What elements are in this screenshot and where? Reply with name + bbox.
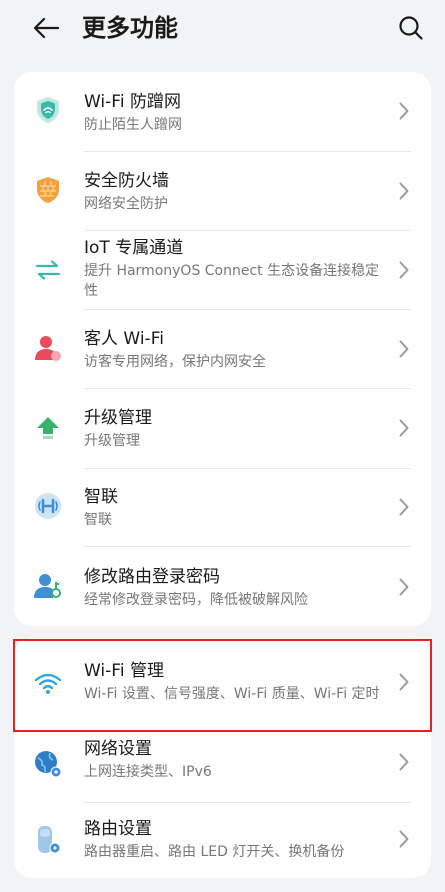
- guest-user-icon: [34, 334, 62, 362]
- chevron-right-icon: [397, 577, 411, 597]
- list-item-hilink[interactable]: 智联 智联: [14, 468, 431, 546]
- list-item-wifi-manage[interactable]: Wi-Fi 管理 Wi-Fi 设置、信号强度、Wi-Fi 质量、Wi-Fi 定时: [14, 638, 431, 730]
- item-subtitle: 提升 HarmonyOS Connect 生态设备连接稳定性: [84, 263, 380, 299]
- list-item-network-settings[interactable]: 网络设置 上网连接类型、IPv6: [14, 730, 431, 802]
- item-subtitle: 访客专用网络，保护内网安全: [84, 354, 266, 370]
- item-subtitle: 智联: [84, 512, 112, 528]
- list-item-guest-wifi[interactable]: 客人 Wi-Fi 访客专用网络，保护内网安全: [14, 310, 431, 388]
- user-key-icon: [34, 572, 62, 600]
- item-subtitle: 升级管理: [84, 433, 140, 449]
- hilink-icon: [34, 492, 62, 520]
- chevron-right-icon: [397, 829, 411, 849]
- item-subtitle: Wi-Fi 设置、信号强度、Wi-Fi 质量、Wi-Fi 定时: [84, 686, 380, 702]
- firewall-icon: [34, 176, 62, 204]
- chevron-right-icon: [397, 101, 411, 121]
- list-item-change-password[interactable]: 修改路由登录密码 经常修改登录密码，降低被破解风险: [14, 546, 431, 626]
- item-subtitle: 经常修改登录密码，降低被破解风险: [84, 592, 308, 608]
- list-item-iot-channel[interactable]: IoT 专属通道 提升 HarmonyOS Connect 生态设备连接稳定性: [14, 230, 431, 310]
- list-item-upgrade[interactable]: 升级管理 升级管理: [14, 388, 431, 468]
- item-title: 网络设置: [84, 739, 152, 759]
- chevron-right-icon: [397, 260, 411, 280]
- shield-icon: [34, 96, 62, 124]
- settings-card: Wi-Fi 管理 Wi-Fi 设置、信号强度、Wi-Fi 质量、Wi-Fi 定时…: [14, 638, 431, 878]
- list-item-router-settings[interactable]: 路由设置 路由器重启、路由 LED 灯开关、换机备份: [14, 802, 431, 878]
- upgrade-arrow-icon: [34, 414, 62, 442]
- chevron-right-icon: [397, 672, 411, 692]
- item-title: 智联: [84, 487, 118, 507]
- item-title: Wi-Fi 管理: [84, 661, 164, 681]
- chevron-right-icon: [397, 181, 411, 201]
- item-subtitle: 路由器重启、路由 LED 灯开关、换机备份: [84, 844, 345, 860]
- item-title: 修改路由登录密码: [84, 567, 220, 587]
- chevron-right-icon: [397, 418, 411, 438]
- item-title: 客人 Wi-Fi: [84, 329, 164, 349]
- item-title: IoT 专属通道: [84, 238, 184, 258]
- list-item-wifi-anti-rub[interactable]: Wi-Fi 防蹭网 防止陌生人蹭网: [14, 72, 431, 152]
- back-button[interactable]: [28, 12, 64, 44]
- item-subtitle: 防止陌生人蹭网: [84, 117, 182, 133]
- arrow-left-icon: [33, 17, 60, 39]
- item-subtitle: 网络安全防护: [84, 196, 168, 212]
- features-card: Wi-Fi 防蹭网 防止陌生人蹭网 安全防火墙 网络安全防护 IoT 专属通道 …: [14, 72, 431, 626]
- wifi-icon: [34, 669, 62, 697]
- globe-settings-icon: [34, 750, 62, 778]
- router-settings-icon: [34, 826, 62, 854]
- chevron-right-icon: [397, 497, 411, 517]
- search-icon: [399, 16, 423, 40]
- top-bar: 更多功能: [0, 0, 445, 56]
- item-title: Wi-Fi 防蹭网: [84, 92, 181, 112]
- chevron-right-icon: [397, 339, 411, 359]
- iot-arrows-icon: [34, 256, 62, 284]
- chevron-right-icon: [397, 752, 411, 772]
- page-title: 更多功能: [82, 14, 178, 42]
- search-button[interactable]: [395, 12, 427, 44]
- item-title: 路由设置: [84, 819, 152, 839]
- item-title: 安全防火墙: [84, 171, 169, 191]
- item-title: 升级管理: [84, 408, 152, 428]
- list-item-firewall[interactable]: 安全防火墙 网络安全防护: [14, 152, 431, 230]
- item-subtitle: 上网连接类型、IPv6: [84, 764, 212, 780]
